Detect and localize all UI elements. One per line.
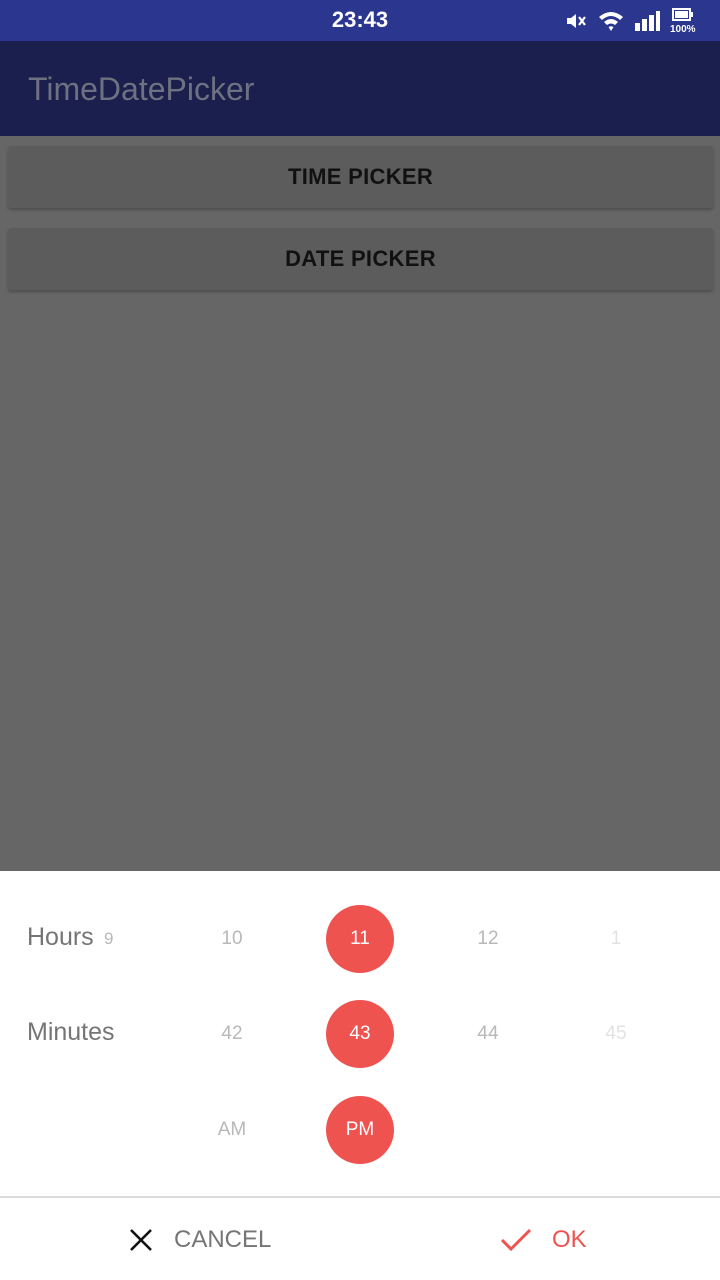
app-bar: TimeDatePicker [0, 41, 720, 136]
hour-option[interactable]: 1 [582, 905, 650, 973]
close-icon [128, 1227, 154, 1253]
minutes-label: Minutes [27, 1018, 115, 1046]
hour-option[interactable]: 10 [198, 905, 266, 973]
hour-option[interactable]: 9 [70, 905, 138, 973]
cancel-button[interactable]: CANCEL [128, 1221, 271, 1259]
ok-button[interactable]: OK [500, 1221, 587, 1259]
am-option[interactable]: AM [198, 1096, 266, 1164]
divider [0, 1196, 720, 1198]
app-title: TimeDatePicker [28, 71, 255, 107]
time-picker-sheet: Hours Minutes 9 10 11 12 1 42 43 44 45 A… [0, 871, 720, 1280]
wifi-icon [598, 10, 624, 32]
hour-option[interactable]: 12 [454, 905, 522, 973]
check-icon [500, 1227, 532, 1253]
ok-label: OK [552, 1226, 587, 1253]
status-icons: 100% [564, 8, 704, 35]
hour-option-selected[interactable]: 11 [326, 905, 394, 973]
time-picker-button[interactable]: TIME PICKER [8, 146, 713, 208]
pm-option-selected[interactable]: PM [326, 1096, 394, 1164]
signal-icon [634, 10, 660, 32]
battery-icon: 100% [670, 8, 704, 35]
date-picker-button[interactable]: DATE PICKER [8, 228, 713, 290]
cancel-label: CANCEL [174, 1226, 272, 1253]
battery-percent: 100% [670, 24, 696, 35]
minute-option[interactable]: 42 [198, 1000, 266, 1068]
minute-option[interactable]: 45 [582, 1000, 650, 1068]
minute-option-selected[interactable]: 43 [326, 1000, 394, 1068]
minute-option[interactable]: 44 [454, 1000, 522, 1068]
mute-icon [564, 9, 588, 33]
status-bar: 23:43 100% [0, 0, 720, 41]
